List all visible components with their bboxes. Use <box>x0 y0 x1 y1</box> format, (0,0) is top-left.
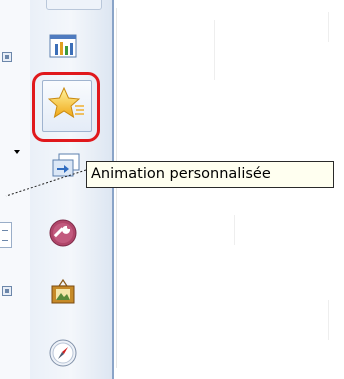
slide-canvas[interactable] <box>114 0 344 379</box>
chart-icon <box>49 34 77 58</box>
wrench-icon <box>49 219 77 247</box>
picture-frame-button[interactable] <box>47 276 79 308</box>
spin-control[interactable] <box>0 222 12 248</box>
faint-guide-line <box>328 300 329 340</box>
left-panel-edge <box>0 0 30 379</box>
slide-transition-button[interactable] <box>50 150 82 182</box>
tooltip: Animation personnalisée <box>86 161 334 188</box>
custom-animation-button[interactable] <box>42 80 92 132</box>
faint-guide-line <box>234 215 235 245</box>
compass-button[interactable] <box>47 337 79 369</box>
canvas-edge-line <box>116 8 117 368</box>
dropdown-arrow-icon[interactable] <box>14 150 20 154</box>
small-grid-icon[interactable] <box>2 52 12 62</box>
faint-guide-line <box>214 20 215 80</box>
star-icon <box>47 86 86 127</box>
slide-transition-icon <box>51 152 81 180</box>
toolbar-button-partial[interactable] <box>46 0 102 10</box>
chart-button[interactable] <box>47 30 79 62</box>
small-grid-icon[interactable] <box>2 286 12 296</box>
faint-guide-line <box>328 12 329 42</box>
wrench-button[interactable] <box>47 217 79 249</box>
picture-frame-icon <box>49 278 77 306</box>
compass-icon <box>49 339 77 367</box>
